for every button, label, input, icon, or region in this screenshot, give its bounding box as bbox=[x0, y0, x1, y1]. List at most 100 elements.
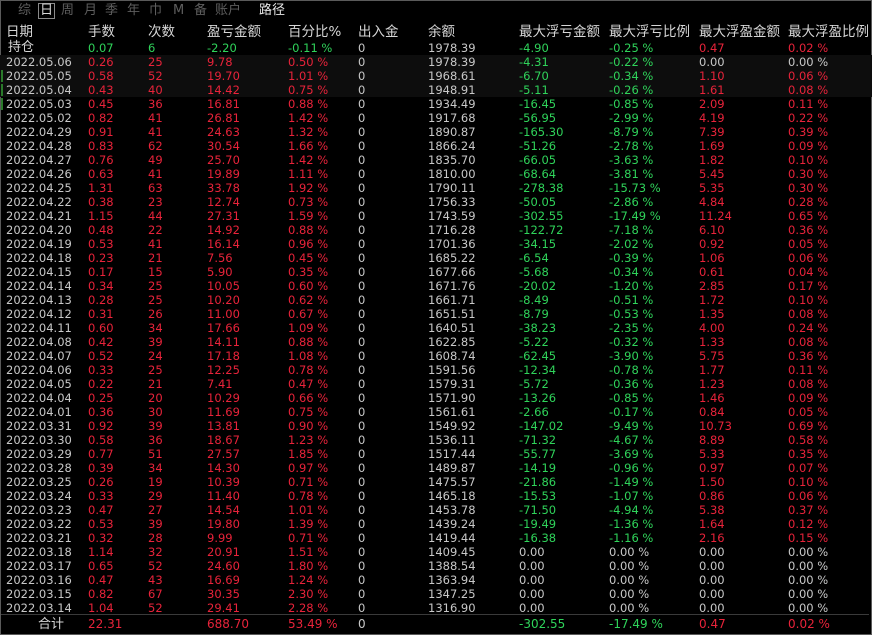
cell-max-float-profit-pct: 0.17 % bbox=[788, 279, 829, 293]
cell-flow: 0 bbox=[358, 321, 366, 335]
cell-max-float-loss-pct: -2.35 % bbox=[609, 321, 654, 335]
table-row[interactable]: 2022.04.26 0.63 41 19.89 1.11 % 0 1810.00 -68.6… bbox=[0, 167, 872, 181]
cell-max-float-profit-pct: 0.28 % bbox=[788, 195, 829, 209]
cell-pnl: 17.18 bbox=[207, 349, 240, 363]
cell-date: 2022.04.08 bbox=[6, 335, 72, 349]
table-row[interactable]: 2022.03.15 0.82 67 30.35 2.30 % 0 1347.25 0.00 0… bbox=[0, 587, 872, 601]
table-row[interactable]: 2022.05.04 0.43 40 14.42 0.75 % 0 1948.91 -5.11… bbox=[0, 83, 872, 97]
cell-trades: 40 bbox=[148, 83, 163, 97]
cell-pct: 1.42 % bbox=[288, 111, 329, 125]
holding-row[interactable]: 持仓 0.07 6 -2.20 -0.11 % 0 1978.39 -4.90 -0.25 % 0… bbox=[0, 41, 872, 56]
tab-7[interactable]: M bbox=[173, 4, 184, 18]
total-max-float-loss-pct: -17.49 % bbox=[609, 617, 663, 631]
table-row[interactable]: 2022.05.06 0.26 25 9.78 0.50 % 0 1978.39 -4.31 -… bbox=[0, 55, 872, 69]
cell-pct: 1.80 % bbox=[288, 559, 329, 573]
tab-8[interactable]: 备 bbox=[194, 4, 207, 18]
table-row[interactable]: 2022.04.07 0.52 24 17.18 1.08 % 0 1608.74 -62.4… bbox=[0, 349, 872, 363]
cell-lots: 0.76 bbox=[88, 153, 114, 167]
tab-10[interactable]: 路径 bbox=[259, 4, 285, 18]
column-header[interactable]: 出入金 bbox=[358, 24, 426, 41]
cell-pnl: -2.20 bbox=[207, 41, 237, 55]
tab-2[interactable]: 周 bbox=[61, 4, 74, 18]
table-row[interactable]: 2022.05.02 0.82 41 26.81 1.42 % 0 1917.68 -56.9… bbox=[0, 111, 872, 125]
table-row[interactable]: 2022.03.29 0.77 51 27.57 1.85 % 0 1517.44 -55.7… bbox=[0, 447, 872, 461]
tab-4[interactable]: 季 bbox=[105, 4, 118, 18]
cell-pnl: 12.25 bbox=[207, 363, 240, 377]
table-row[interactable]: 2022.04.04 0.25 20 10.29 0.66 % 0 1571.90 -13.2… bbox=[0, 391, 872, 405]
table-row[interactable]: 2022.04.27 0.76 49 25.70 1.42 % 0 1835.70 -66.0… bbox=[0, 153, 872, 167]
table-row[interactable]: 2022.03.30 0.58 36 18.67 1.23 % 0 1536.11 -71.3… bbox=[0, 433, 872, 447]
table-row[interactable]: 2022.04.01 0.36 30 11.69 0.75 % 0 1561.61 -2.66… bbox=[0, 405, 872, 419]
cell-trades: 29 bbox=[148, 489, 163, 503]
cell-trades: 49 bbox=[148, 153, 163, 167]
table-row[interactable]: 2022.04.29 0.91 41 24.63 1.32 % 0 1890.87 -165.… bbox=[0, 125, 872, 139]
table-row[interactable]: 2022.03.21 0.32 28 9.99 0.71 % 0 1419.44 -16.38… bbox=[0, 531, 872, 545]
cell-lots: 0.22 bbox=[88, 377, 114, 391]
cell-trades: 25 bbox=[148, 55, 163, 69]
table-row[interactable]: 2022.04.06 0.33 25 12.25 0.78 % 0 1591.56 -12.3… bbox=[0, 363, 872, 377]
table-row[interactable]: 2022.04.05 0.22 21 7.41 0.47 % 0 1579.31 -5.72 -… bbox=[0, 377, 872, 391]
cell-max-float-profit: 1.10 bbox=[699, 69, 725, 83]
table-row[interactable]: 2022.04.22 0.38 23 12.74 0.73 % 0 1756.33 -50.0… bbox=[0, 195, 872, 209]
table-row[interactable]: 2022.04.25 1.31 63 33.78 1.92 % 0 1790.11 -278.… bbox=[0, 181, 872, 195]
cell-trades: 25 bbox=[148, 279, 163, 293]
table-row[interactable]: 2022.03.18 1.14 32 20.91 1.51 % 0 1409.45 0.00 0… bbox=[0, 545, 872, 559]
column-header[interactable]: 最大浮亏金额 bbox=[519, 24, 609, 41]
column-header[interactable]: 最大浮盈比例 bbox=[788, 24, 870, 41]
table-row[interactable]: 2022.05.03 0.45 36 16.81 0.88 % 0 1934.49 -16.4… bbox=[0, 97, 872, 111]
table-row[interactable]: 2022.03.17 0.65 52 24.60 1.80 % 0 1388.54 0.00 0… bbox=[0, 559, 872, 573]
cell-balance: 1591.56 bbox=[428, 363, 476, 377]
cell-pnl: 30.54 bbox=[207, 139, 240, 153]
tab-5[interactable]: 年 bbox=[127, 4, 140, 18]
table-row[interactable]: 2022.03.25 0.26 19 10.39 0.71 % 0 1475.57 -21.8… bbox=[0, 475, 872, 489]
table-row[interactable]: 2022.04.14 0.34 25 10.05 0.60 % 0 1671.76 -20.0… bbox=[0, 279, 872, 293]
table-row[interactable]: 2022.04.15 0.17 15 5.90 0.35 % 0 1677.66 -5.68 -… bbox=[0, 265, 872, 279]
tab-0[interactable]: 综 bbox=[18, 4, 31, 18]
table-row[interactable]: 2022.03.22 0.53 39 19.80 1.39 % 0 1439.24 -19.4… bbox=[0, 517, 872, 531]
cell-pct: 0.71 % bbox=[288, 475, 329, 489]
cell-lots: 0.65 bbox=[88, 559, 114, 573]
cell-flow: 0 bbox=[358, 41, 366, 55]
column-header[interactable]: 次数 bbox=[148, 24, 206, 41]
table-row[interactable]: 2022.05.05 0.58 52 19.70 1.01 % 0 1968.61 -6.70… bbox=[0, 69, 872, 83]
column-header[interactable]: 日期 bbox=[6, 24, 86, 41]
cell-max-float-loss: -16.45 bbox=[519, 97, 557, 111]
column-header[interactable]: 最大浮亏比例 bbox=[609, 24, 699, 41]
table-row[interactable]: 2022.03.28 0.39 34 14.30 0.97 % 0 1489.87 -14.1… bbox=[0, 461, 872, 475]
cell-date: 2022.04.04 bbox=[6, 391, 72, 405]
table-row[interactable]: 2022.04.28 0.83 62 30.54 1.66 % 0 1866.24 -51.2… bbox=[0, 139, 872, 153]
column-header[interactable]: 最大浮盈金额 bbox=[699, 24, 788, 41]
tab-1[interactable]: 日 bbox=[38, 3, 56, 19]
table-row[interactable]: 2022.04.21 1.15 44 27.31 1.59 % 0 1743.59 -302.… bbox=[0, 209, 872, 223]
cell-max-float-loss-pct: -2.86 % bbox=[609, 195, 654, 209]
table-row[interactable]: 2022.04.20 0.48 22 14.92 0.88 % 0 1716.28 -122.… bbox=[0, 223, 872, 237]
table-row[interactable]: 2022.03.16 0.47 43 16.69 1.24 % 0 1363.94 0.00 0… bbox=[0, 573, 872, 587]
tab-6[interactable]: 巾 bbox=[149, 4, 162, 18]
table-row[interactable]: 2022.04.19 0.53 41 16.14 0.96 % 0 1701.36 -34.1… bbox=[0, 237, 872, 251]
table-row[interactable]: 2022.03.14 1.04 52 29.41 2.28 % 0 1316.90 0.00 0… bbox=[0, 601, 872, 615]
table-row[interactable]: 2022.04.11 0.60 34 17.66 1.09 % 0 1640.51 -38.2… bbox=[0, 321, 872, 335]
table-row[interactable]: 2022.04.08 0.42 39 14.11 0.88 % 0 1622.85 -5.22… bbox=[0, 335, 872, 349]
table-row[interactable]: 2022.03.31 0.92 39 13.81 0.90 % 0 1549.92 -147.… bbox=[0, 419, 872, 433]
tab-3[interactable]: 月 bbox=[84, 4, 97, 18]
cell-max-float-loss: 0.00 bbox=[519, 573, 545, 587]
column-header[interactable]: 百分比% bbox=[288, 24, 356, 41]
cell-max-float-loss: -4.31 bbox=[519, 55, 549, 69]
table-row[interactable]: 2022.04.18 0.23 21 7.56 0.45 % 0 1685.22 -6.54 -… bbox=[0, 251, 872, 265]
tab-9[interactable]: 账户 bbox=[215, 4, 241, 18]
column-header[interactable]: 盈亏金额 bbox=[207, 24, 287, 41]
table-row[interactable]: 2022.04.13 0.28 25 10.20 0.62 % 0 1661.71 -8.49… bbox=[0, 293, 872, 307]
table-row[interactable]: 2022.03.23 0.47 27 14.54 1.01 % 0 1453.78 -71.5… bbox=[0, 503, 872, 517]
column-header[interactable]: 余额 bbox=[428, 24, 516, 41]
cell-max-float-loss: -13.26 bbox=[519, 391, 557, 405]
cell-trades: 52 bbox=[148, 69, 163, 83]
table-row[interactable]: 2022.03.24 0.33 29 11.40 0.78 % 0 1465.18 -15.5… bbox=[0, 489, 872, 503]
cell-pct: 1.01 % bbox=[288, 69, 329, 83]
cell-balance: 1363.94 bbox=[428, 573, 476, 587]
cell-balance: 1651.51 bbox=[428, 307, 476, 321]
cell-pct: 0.62 % bbox=[288, 293, 329, 307]
cell-max-float-loss: 0.00 bbox=[519, 601, 545, 615]
table-row[interactable]: 2022.04.12 0.31 26 11.00 0.67 % 0 1651.51 -8.79… bbox=[0, 307, 872, 321]
column-header[interactable]: 手数 bbox=[88, 24, 146, 41]
cell-max-float-profit-pct: 0.10 % bbox=[788, 153, 829, 167]
